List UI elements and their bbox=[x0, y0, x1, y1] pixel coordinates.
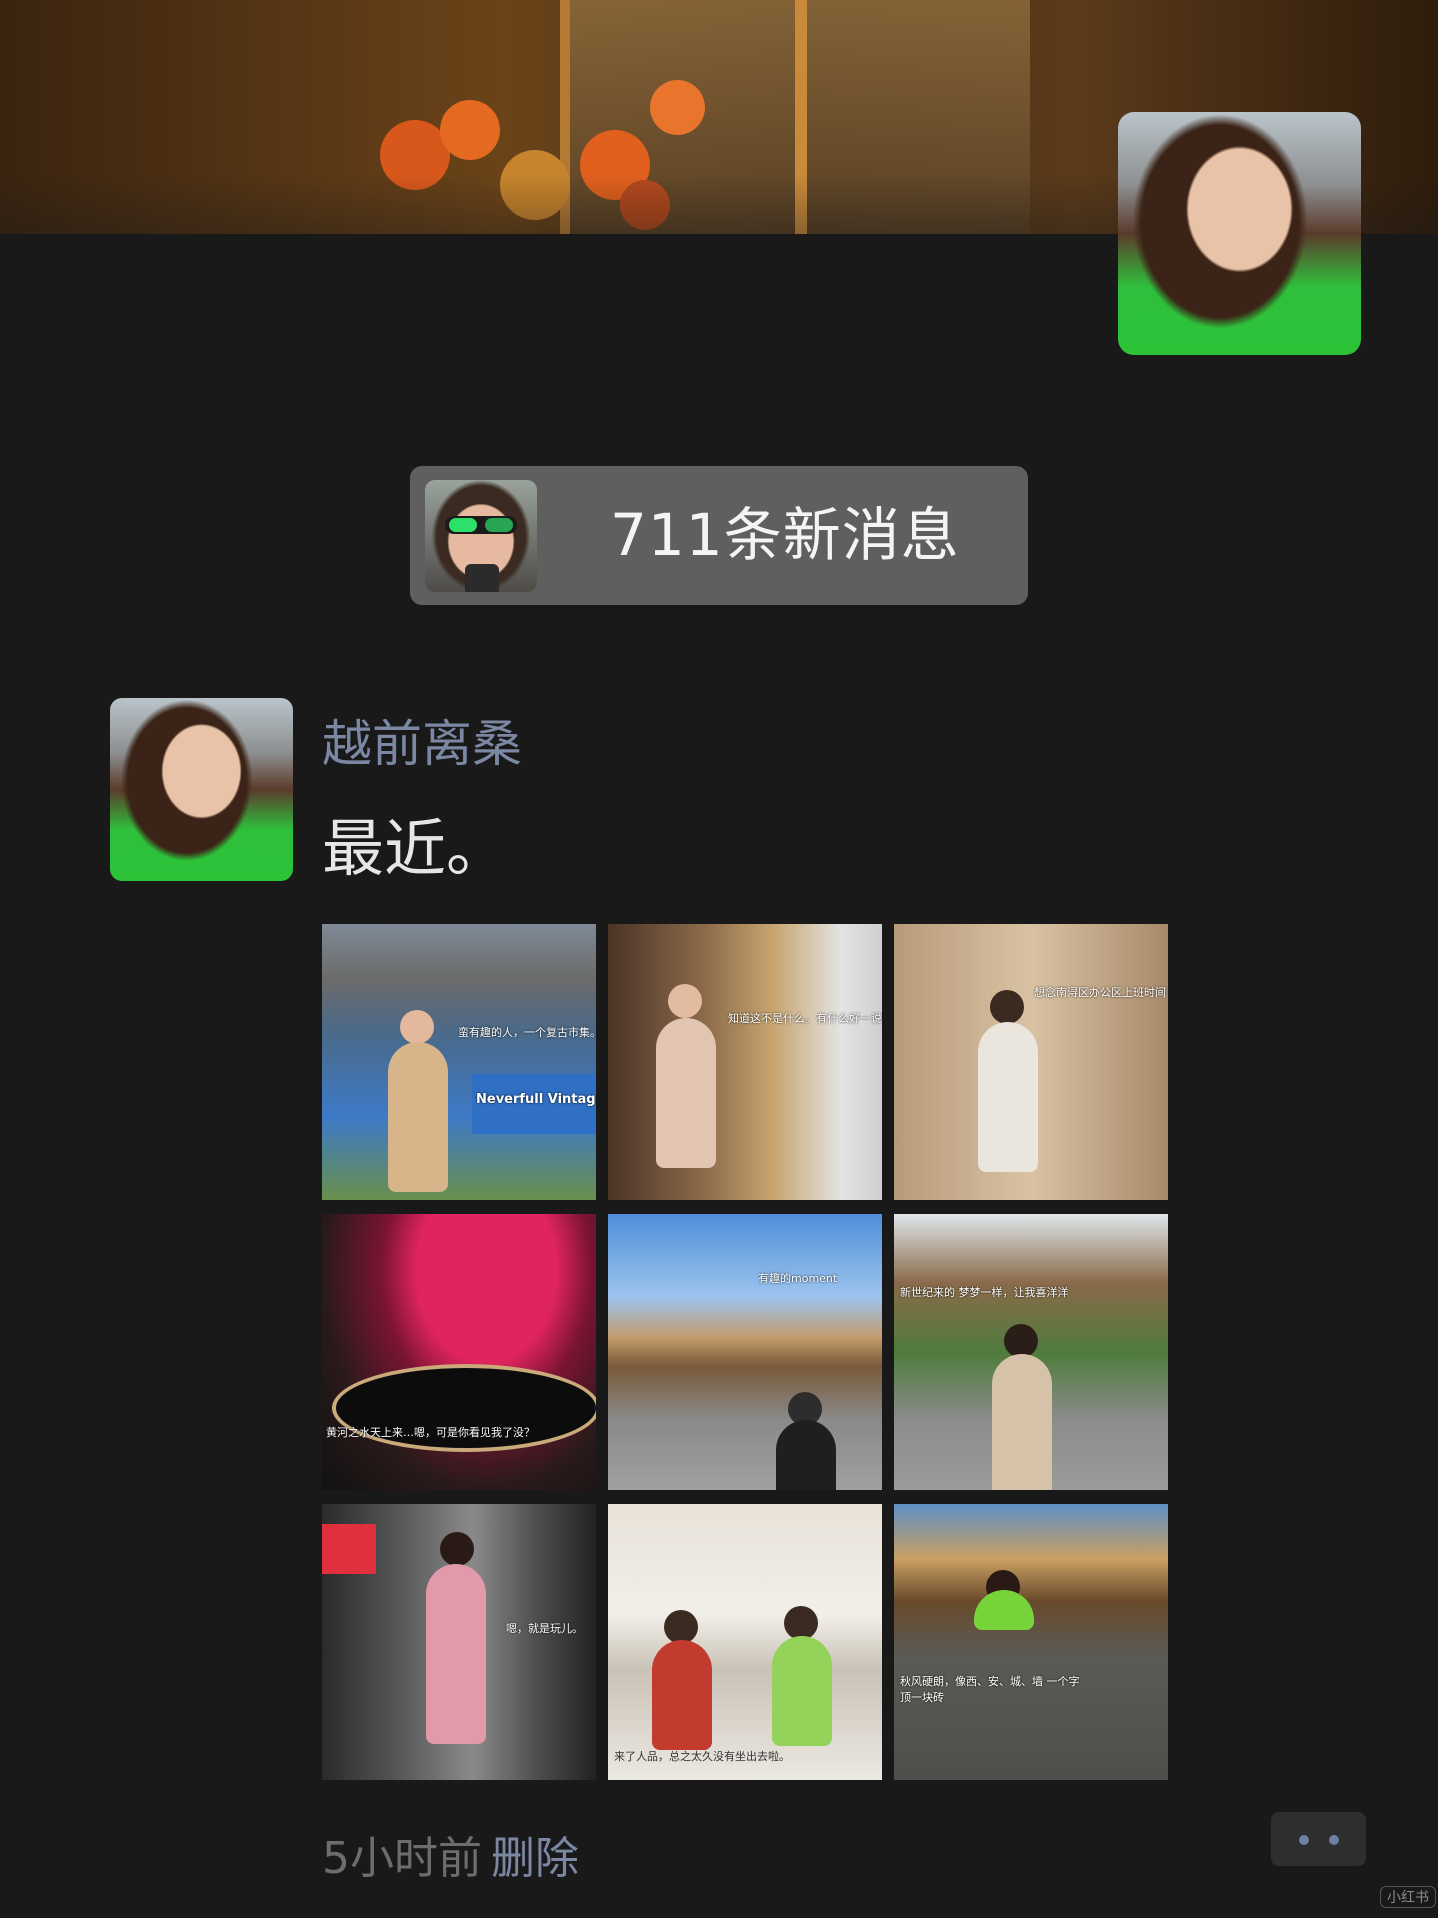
photo-caption: 来了人品，总之太久没有坐出去啦。 bbox=[614, 1750, 790, 1763]
photo-person bbox=[664, 1610, 698, 1644]
photo-person bbox=[1004, 1324, 1038, 1358]
photo-caption: 有趣的moment bbox=[758, 1272, 838, 1285]
photo-grid: Neverfull Vintage 蛮有趣的人，一个复古市集。 知道这不是什么。… bbox=[322, 924, 1172, 1782]
avatar-sunglasses-lens bbox=[485, 518, 513, 532]
more-dot-icon bbox=[1299, 1835, 1309, 1845]
post-author-avatar[interactable] bbox=[110, 698, 293, 881]
photo-thumbnail[interactable]: 来了人品，总之太久没有坐出去啦。 bbox=[608, 1504, 882, 1780]
avatar-phone bbox=[465, 564, 499, 592]
post-author-name[interactable]: 越前离桑 bbox=[322, 704, 522, 776]
photo-person bbox=[772, 1636, 832, 1746]
comment-like-button[interactable] bbox=[1271, 1812, 1366, 1866]
photo-person bbox=[990, 990, 1024, 1024]
post-timestamp: 5小时前 bbox=[322, 1833, 482, 1884]
new-message-sender-avatar bbox=[425, 480, 537, 592]
photo-person bbox=[400, 1010, 434, 1044]
photo-caption: 新世纪来的 梦梦一样，让我喜洋洋 bbox=[900, 1286, 1069, 1299]
photo-person bbox=[426, 1564, 486, 1744]
cover-flower bbox=[650, 80, 705, 135]
photo-person bbox=[776, 1420, 836, 1490]
cover-flower bbox=[440, 100, 500, 160]
photo-thumbnail[interactable]: 知道这不是什么。有什么好一说 bbox=[608, 924, 882, 1200]
photo-caption: 嗯，就是玩儿。 bbox=[506, 1622, 583, 1635]
new-messages-button[interactable]: 711条新消息 bbox=[410, 466, 1028, 605]
avatar-sunglasses-lens bbox=[449, 518, 477, 532]
photo-caption: 知道这不是什么。有什么好一说 bbox=[728, 1012, 882, 1025]
photo-thumbnail[interactable]: 新世纪来的 梦梦一样，让我喜洋洋 bbox=[894, 1214, 1168, 1490]
photo-screen bbox=[322, 1524, 376, 1574]
photo-person bbox=[656, 1018, 716, 1168]
photo-person bbox=[668, 984, 702, 1018]
profile-avatar[interactable] bbox=[1118, 112, 1361, 355]
photo-person bbox=[652, 1640, 712, 1750]
photo-person bbox=[784, 1606, 818, 1640]
more-dot-icon bbox=[1329, 1835, 1339, 1845]
photo-caption: 蛮有趣的人，一个复古市集。 bbox=[458, 1026, 596, 1039]
post-text: 最近。 bbox=[322, 812, 509, 885]
photo-person bbox=[978, 1022, 1038, 1172]
photo-thumbnail[interactable]: 嗯，就是玩儿。 bbox=[322, 1504, 596, 1780]
photo-thumbnail[interactable]: 想念南浔区办公区上班时间 bbox=[894, 924, 1168, 1200]
new-messages-label: 711条新消息 bbox=[610, 501, 960, 569]
photo-person bbox=[974, 1590, 1034, 1630]
photo-person bbox=[440, 1532, 474, 1566]
photo-thumbnail[interactable]: Neverfull Vintage 蛮有趣的人，一个复古市集。 bbox=[322, 924, 596, 1200]
photo-person bbox=[388, 1042, 448, 1192]
delete-button[interactable]: 删除 bbox=[491, 1822, 579, 1886]
photo-person bbox=[992, 1354, 1052, 1490]
photo-thumbnail[interactable]: 秋风硬朗，像西、安、城、墙 一个字顶一块砖 bbox=[894, 1504, 1168, 1780]
photo-caption: 黄河之水天上来…嗯，可是你看见我了没？ bbox=[326, 1426, 535, 1439]
photo-caption: 想念南浔区办公区上班时间 bbox=[1034, 986, 1166, 999]
photo-thumbnail[interactable]: 有趣的moment bbox=[608, 1214, 882, 1490]
watermark: 小红书 bbox=[1380, 1886, 1436, 1908]
photo-thumbnail[interactable]: 黄河之水天上来…嗯，可是你看见我了没？ bbox=[322, 1214, 596, 1490]
photo-caption: 秋风硬朗，像西、安、城、墙 一个字顶一块砖 bbox=[900, 1675, 1080, 1704]
photo-sign-text: Neverfull Vintage bbox=[476, 1092, 596, 1107]
